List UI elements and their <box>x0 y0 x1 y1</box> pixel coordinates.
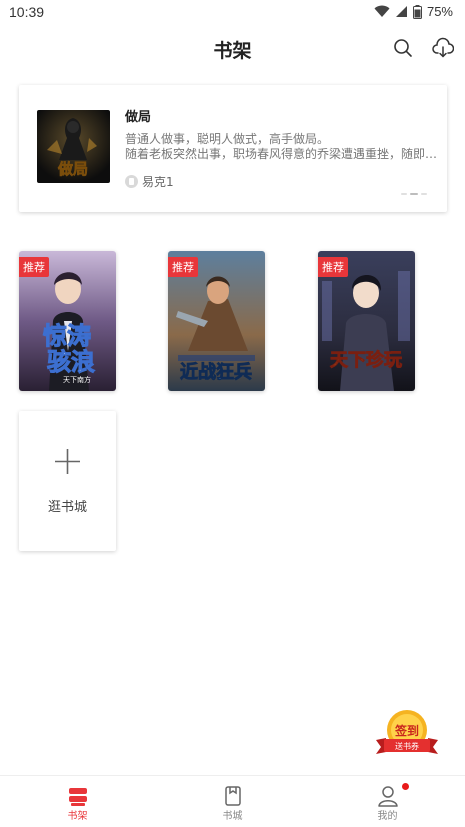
book-cover-author: 天下南方 <box>63 375 91 384</box>
recommend-badge: 推荐 <box>19 257 49 277</box>
carousel-dot <box>401 193 407 195</box>
bookshelf-book[interactable]: 近战狂兵 推荐 <box>168 251 265 391</box>
featured-book-cover: 做局 <box>37 110 110 183</box>
wifi-icon <box>374 5 390 17</box>
cloud-download-icon[interactable] <box>432 37 454 59</box>
battery-percent: 75% <box>426 4 453 19</box>
status-bar: 10:39 75% <box>0 0 465 26</box>
author-icon <box>125 175 138 188</box>
signin-badge[interactable]: 签到 送书券 <box>372 708 442 760</box>
signin-label: 签到 <box>394 723 419 738</box>
bookstore-icon <box>225 786 241 806</box>
book-cover-title: 骇浪 <box>47 348 95 376</box>
book-cover-title: 天下珍玩 <box>330 349 402 371</box>
tab-bookstore[interactable]: 书城 <box>155 776 310 827</box>
featured-desc-line: 普通人做事，聪明人做式，高手做局。 <box>125 132 330 146</box>
tab-bookshelf-label: 书架 <box>67 811 88 822</box>
recommend-badge: 推荐 <box>318 257 348 277</box>
featured-author: 易克1 <box>125 173 174 190</box>
tab-profile-label: 我的 <box>377 811 398 822</box>
signal-icon <box>395 6 407 17</box>
notification-dot <box>402 783 409 790</box>
featured-book-description: 普通人做事，聪明人做式，高手做局。 随着老板突然出事，职场春风得意的乔梁遭遇重挫… <box>125 132 443 162</box>
book-cover-title: 近战狂兵 <box>180 361 252 383</box>
featured-book-title: 做局 <box>125 110 152 125</box>
status-icons: 75% <box>374 4 453 19</box>
featured-cover-title: 做局 <box>57 160 88 178</box>
carousel-dot-active <box>410 193 418 195</box>
browse-bookstore-tile[interactable]: 逛书城 <box>19 411 116 551</box>
signin-sub-label: 送书券 <box>395 741 419 751</box>
bookshelf-book[interactable]: 惊涛 骇浪 天下南方 推荐 <box>19 251 116 391</box>
bookshelf-book[interactable]: 天下珍玩 推荐 <box>318 251 415 391</box>
carousel-dot <box>421 193 427 195</box>
battery-icon <box>412 4 422 19</box>
bottom-navigation: 书架 书城 我的 <box>0 775 465 827</box>
featured-desc-line: 随着老板突然出事，职场春风得意的乔梁遭遇重挫，随即… <box>125 147 438 161</box>
book-cover-title: 惊涛 <box>43 322 91 350</box>
tab-bookshelf[interactable]: 书架 <box>0 776 155 827</box>
status-time: 10:39 <box>9 4 45 20</box>
recommend-badge: 推荐 <box>168 257 198 277</box>
carousel-indicator <box>401 193 427 195</box>
header: 书架 <box>0 26 465 72</box>
tab-bookstore-label: 书城 <box>222 811 243 822</box>
tab-profile[interactable]: 我的 <box>310 776 465 827</box>
browse-bookstore-label: 逛书城 <box>47 500 87 515</box>
plus-icon <box>55 449 80 474</box>
featured-author-name: 易克1 <box>142 175 174 189</box>
featured-book-card[interactable]: 做局 做局 普通人做事，聪明人做式，高手做局。 随着老板突然出事，职场春风得意的… <box>19 85 447 212</box>
bookshelf-icon <box>69 788 87 806</box>
search-icon[interactable] <box>393 38 413 58</box>
profile-icon <box>378 786 398 807</box>
